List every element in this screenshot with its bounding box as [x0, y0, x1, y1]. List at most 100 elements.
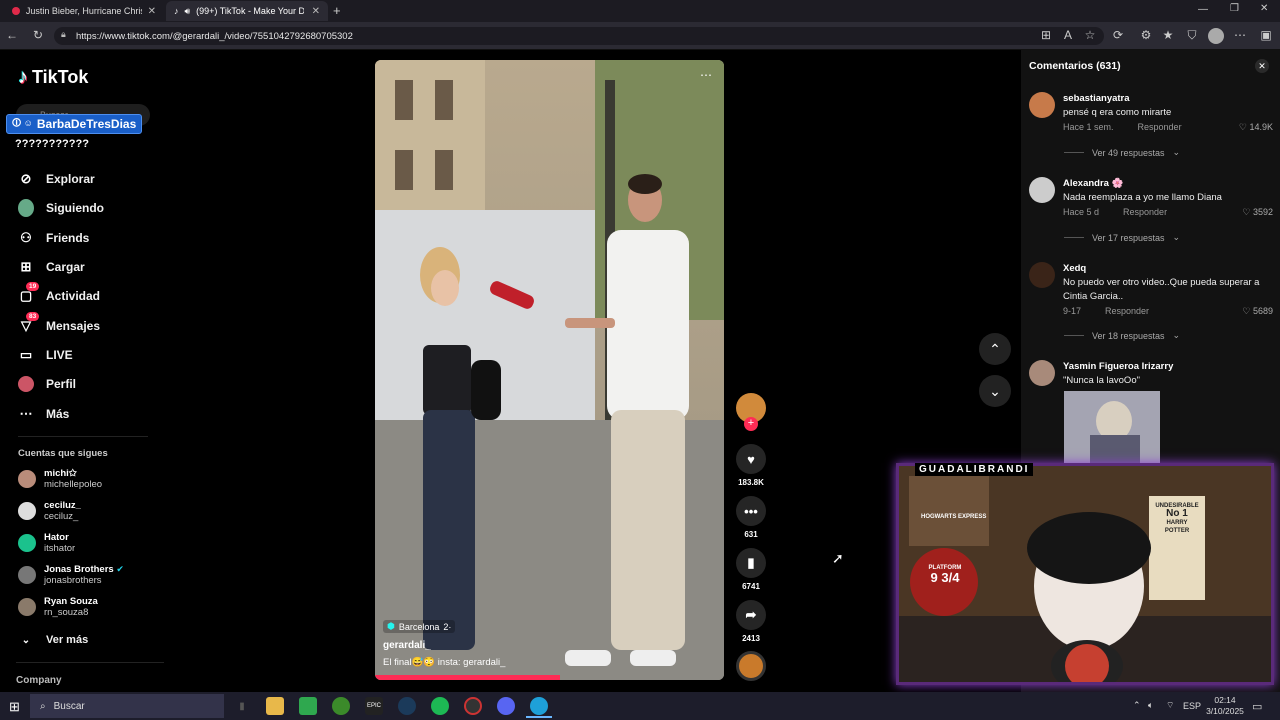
comment-user[interactable]: Xedq	[1063, 262, 1273, 276]
account-name: Ryan Souza	[44, 596, 98, 607]
share-count: 2413	[742, 634, 760, 643]
menu-dots-icon[interactable]: ⋯	[1232, 28, 1248, 42]
speaker-icon[interactable]: 🔊︎	[185, 6, 191, 17]
followed-account[interactable]: Ryan Souza rn_souza8	[18, 596, 98, 618]
comment-button[interactable]: ••• 631	[735, 496, 767, 539]
followed-account[interactable]: Hator itshator	[18, 532, 75, 554]
language-indicator[interactable]: ESP	[1183, 701, 1201, 711]
network-icon[interactable]: ⌔	[1166, 700, 1174, 711]
taskbar-search-input[interactable]: ⌕ Buscar	[30, 694, 224, 718]
task-view-icon[interactable]: ▮	[233, 697, 251, 715]
sidebar-item-perfil[interactable]: Perfil	[18, 376, 76, 392]
shield-icon[interactable]: ⛉	[1184, 28, 1200, 43]
close-tab-icon[interactable]: ✕	[312, 6, 320, 17]
sidebar-item-explorar[interactable]: ⊘ Explorar	[18, 171, 95, 187]
save-button[interactable]: ▮ 6741	[735, 548, 767, 591]
followed-account[interactable]: ceciluz_ ceciluz_	[18, 500, 81, 522]
view-replies-button[interactable]: Ver 17 respuestas ⌄	[1064, 232, 1180, 243]
avatar	[18, 534, 36, 552]
sidebar-item-actividad[interactable]: ▢ 19 Actividad	[18, 282, 100, 304]
followed-account[interactable]: michi✩ michellepoleo	[18, 468, 102, 490]
read-aloud-icon[interactable]: A	[1060, 28, 1076, 42]
split-screen-icon[interactable]: ⊞	[1038, 28, 1054, 42]
sidebar-item-mensajes[interactable]: ▽ 83 Mensajes	[18, 312, 100, 334]
comment-like-button[interactable]: ♡ 3592	[1242, 205, 1273, 219]
windows-start-icon[interactable]: ⊞	[9, 699, 20, 715]
favorite-star-icon[interactable]: ☆	[1082, 28, 1098, 42]
minimize-button[interactable]: —	[1198, 4, 1208, 15]
previous-video-button[interactable]: ⌃	[979, 333, 1011, 365]
share-arrow-icon: ➦	[736, 600, 766, 630]
reply-button[interactable]: Responder	[1105, 304, 1149, 318]
share-button[interactable]: ➦ 2413	[735, 600, 767, 643]
video-menu-icon[interactable]: ⋯	[700, 68, 712, 82]
profile-avatar[interactable]	[1208, 28, 1224, 44]
volume-icon[interactable]: 🔈︎	[1148, 700, 1153, 711]
epic-games-icon[interactable]: EPIC	[365, 697, 383, 715]
verified-icon: ✔	[116, 564, 124, 574]
reload-icon[interactable]: ↻	[30, 28, 46, 42]
close-window-button[interactable]: ✕	[1260, 3, 1268, 14]
close-tab-icon[interactable]: ✕	[148, 6, 156, 17]
file-explorer-icon[interactable]	[266, 697, 284, 715]
comment-image[interactable]	[1064, 391, 1160, 463]
avatar[interactable]	[1029, 92, 1055, 118]
music-disc-icon[interactable]	[736, 651, 766, 681]
location-tag[interactable]: ⬢ Barcelona 2·	[383, 620, 456, 633]
comment-like-button[interactable]: ♡ 5689	[1242, 304, 1273, 318]
edge-icon[interactable]	[530, 697, 548, 715]
reply-button[interactable]: Responder	[1123, 205, 1167, 219]
account-handle: jonasbrothers	[44, 575, 102, 586]
discord-icon[interactable]	[497, 697, 515, 715]
comment-like-button[interactable]: ♡ 14.9K	[1239, 120, 1273, 134]
sidebar-item-cargar[interactable]: ⊞ Cargar	[18, 259, 85, 275]
comment-user[interactable]: Alexandra 🌸	[1063, 177, 1273, 191]
account-handle: itshator	[44, 543, 76, 554]
close-comments-button[interactable]: ✕	[1255, 59, 1269, 73]
chevron-up-icon[interactable]: ⌃	[1133, 700, 1141, 711]
avatar[interactable]	[1029, 360, 1055, 386]
obs-icon[interactable]	[464, 697, 482, 715]
url-field[interactable]: 🔒︎ https://www.tiktok.com/@gerardali_/vi…	[54, 27, 1104, 45]
video-player[interactable]: ⋯ ⬢ Barcelona 2· gerardali_ El final😅😳 i…	[375, 60, 724, 680]
new-tab-button[interactable]: +	[333, 3, 341, 18]
comment-user[interactable]: Yasmin Figueroa Irizarry	[1063, 360, 1273, 374]
sidebar-toggle-icon[interactable]: ▣	[1258, 28, 1274, 42]
favorites-icon[interactable]: ★	[1160, 28, 1176, 42]
taskbar-search-label: Buscar	[53, 700, 85, 712]
sidebar-item-mas[interactable]: ⋯ Más	[18, 406, 70, 422]
back-icon[interactable]: ←	[4, 28, 20, 42]
xbox-icon[interactable]	[332, 697, 350, 715]
next-video-button[interactable]: ⌄	[979, 375, 1011, 407]
notifications-icon[interactable]: ▭	[1252, 700, 1262, 713]
sidebar-item-siguiendo[interactable]: Siguiendo	[18, 199, 104, 217]
minecraft-icon[interactable]	[299, 697, 317, 715]
footer-company[interactable]: Company	[16, 675, 62, 686]
spotify-icon[interactable]	[431, 697, 449, 715]
active-app-indicator	[526, 716, 552, 718]
sidebar-divider	[18, 436, 148, 437]
puzzle-icon[interactable]: ⚙	[1138, 28, 1154, 42]
extension-icon[interactable]: ⟳	[1110, 28, 1126, 42]
notification-badge: 19	[26, 282, 40, 291]
sidebar-item-live[interactable]: ▭ LIVE	[18, 347, 73, 363]
clock[interactable]: 02:14 3/10/2025	[1205, 695, 1245, 717]
like-button[interactable]: ♥ 183.8K	[735, 444, 767, 487]
tab-tiktok[interactable]: ♪ 🔊︎ (99+) TikTok - Make Your Day ✕	[166, 1, 328, 21]
profile-badge: 🛈 ☺ BarbaDeTresDias	[6, 114, 143, 134]
maximize-button[interactable]: ❐	[1230, 3, 1239, 14]
reply-button[interactable]: Responder	[1138, 120, 1182, 134]
see-more-button[interactable]: ⌄ Ver más	[18, 632, 88, 648]
view-replies-button[interactable]: Ver 18 respuestas ⌄	[1064, 330, 1180, 341]
video-author[interactable]: gerardali_	[383, 640, 431, 651]
follow-plus-icon[interactable]: +	[744, 417, 758, 431]
steam-icon[interactable]	[398, 697, 416, 715]
comment-user[interactable]: sebastianyatra	[1063, 92, 1273, 106]
sidebar-item-friends[interactable]: ⚇ Friends	[18, 230, 89, 246]
view-replies-button[interactable]: Ver 49 respuestas ⌄	[1064, 147, 1180, 158]
avatar[interactable]	[1029, 262, 1055, 288]
tab-youtube[interactable]: Justin Bieber, Hurricane Chris - Pl ✕	[4, 1, 164, 21]
followed-account[interactable]: Jonas Brothers ✔ jonasbrothers	[18, 564, 124, 586]
tiktok-logo[interactable]: ♪ TikTok	[18, 66, 88, 89]
avatar[interactable]	[1029, 177, 1055, 203]
